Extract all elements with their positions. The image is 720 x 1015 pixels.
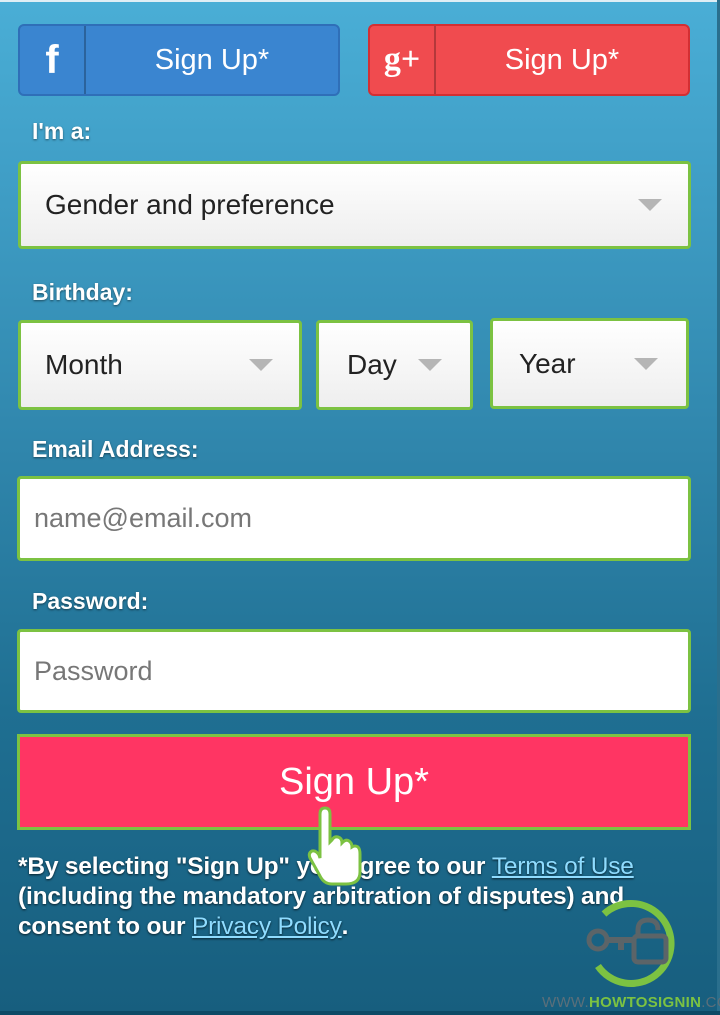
email-label: Email Address: bbox=[32, 436, 199, 462]
facebook-icon: f bbox=[20, 26, 86, 94]
password-field-wrapper bbox=[17, 629, 691, 713]
email-field[interactable] bbox=[20, 502, 688, 535]
email-field-wrapper bbox=[17, 476, 691, 561]
birthday-label: Birthday: bbox=[32, 279, 133, 305]
facebook-signup-label: Sign Up* bbox=[154, 43, 270, 76]
watermark-text: WWW.HOWTOSIGNIN.COM bbox=[542, 994, 720, 1011]
legal-prefix: *By selecting "Sign Up" you agree to our bbox=[18, 853, 492, 880]
google-signup-label: Sign Up* bbox=[504, 43, 620, 76]
watermark-www: WWW. bbox=[542, 994, 590, 1011]
password-label: Password: bbox=[32, 588, 149, 614]
legal-suffix: . bbox=[341, 913, 349, 940]
gender-select-value: Gender and preference bbox=[45, 189, 335, 220]
watermark-tld: .COM bbox=[701, 994, 720, 1011]
day-select-value: Day bbox=[347, 349, 397, 380]
chevron-down-icon bbox=[634, 357, 658, 370]
top-border bbox=[0, 0, 720, 2]
year-select-value: Year bbox=[519, 347, 576, 379]
google-plus-icon: g+ bbox=[370, 26, 436, 94]
pointer-hand-icon bbox=[307, 806, 362, 886]
facebook-signup-button[interactable]: f Sign Up* bbox=[18, 24, 340, 96]
chevron-down-icon bbox=[638, 199, 662, 211]
chevron-down-icon bbox=[418, 359, 442, 371]
month-select-value: Month bbox=[45, 349, 123, 380]
google-plus-signup-button[interactable]: g+ Sign Up* bbox=[368, 24, 690, 96]
month-select[interactable]: Month bbox=[18, 320, 302, 410]
year-select[interactable]: Year bbox=[490, 318, 689, 409]
bottom-border bbox=[0, 1011, 720, 1015]
gender-label: I'm a: bbox=[32, 118, 92, 144]
chevron-down-icon bbox=[249, 359, 273, 371]
howtosignin-logo-icon bbox=[586, 900, 675, 987]
terms-of-use-link[interactable]: Terms of Use bbox=[492, 853, 634, 880]
gender-select[interactable]: Gender and preference bbox=[18, 161, 691, 249]
day-select[interactable]: Day bbox=[316, 320, 473, 410]
watermark-brand: HOWTOSIGNIN bbox=[589, 994, 702, 1011]
password-field[interactable] bbox=[20, 654, 688, 688]
privacy-policy-link[interactable]: Privacy Policy bbox=[192, 913, 342, 940]
